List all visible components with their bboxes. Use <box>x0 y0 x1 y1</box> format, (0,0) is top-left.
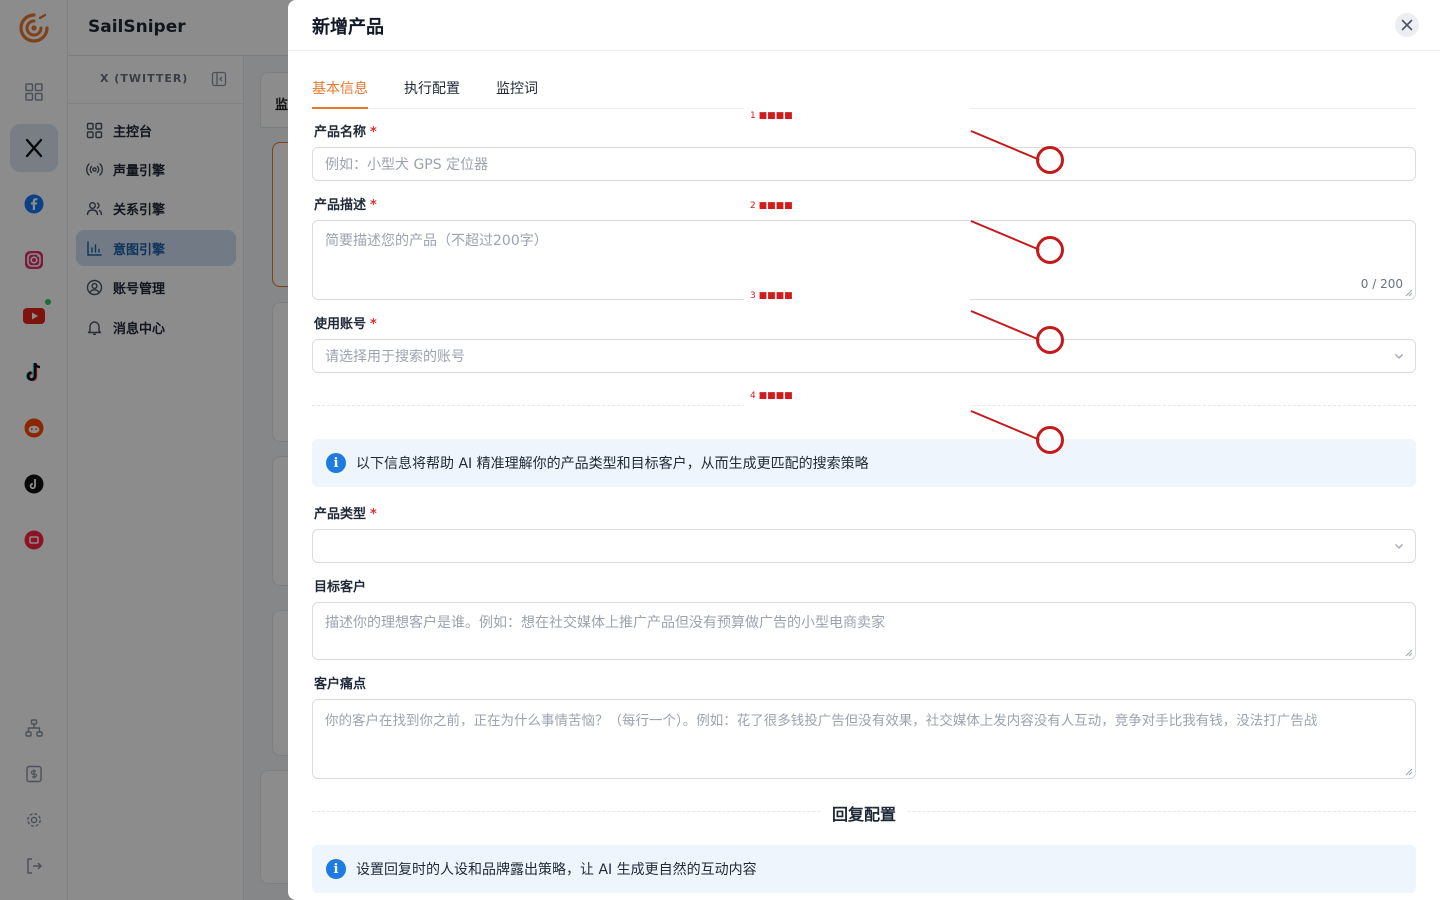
reply-section-heading: 回复配置 <box>288 801 1440 825</box>
target-customer-textarea[interactable]: 描述你的理想客户是谁。例如：想在社交媒体上推广产品但没有预算做广告的小型电商卖家 <box>312 602 1416 660</box>
add-product-drawer: 新增产品 基本信息 执行配置 监控词 产品名称 * 例如：小型犬 GPS 定位器 … <box>288 0 1440 900</box>
drawer-header: 新增产品 <box>288 0 1440 51</box>
account-select[interactable]: 请选择用于搜索的账号 <box>312 339 1416 373</box>
resize-handle-icon[interactable] <box>1405 768 1413 776</box>
target-customer-placeholder: 描述你的理想客户是谁。例如：想在社交媒体上推广产品但没有预算做广告的小型电商卖家 <box>325 615 885 631</box>
label-text: 客户痛点 <box>314 677 367 692</box>
annotation-marker <box>1036 146 1064 174</box>
info-icon: i <box>326 859 346 879</box>
ai-info-text: 以下信息将帮助 AI 精准理解你的产品类型和目标客户，从而生成更匹配的搜索策略 <box>356 456 869 472</box>
chevron-down-icon <box>1395 354 1403 359</box>
annotation-line <box>970 220 1041 251</box>
label-text: 产品名称 <box>314 125 367 140</box>
product-desc-label: 产品描述 * <box>314 194 377 213</box>
char-counter: 0 / 200 <box>1360 277 1403 291</box>
reply-section-title: 回复配置 <box>821 805 906 824</box>
annotation-label: 2 ■■■■ <box>750 201 793 211</box>
resize-handle-icon[interactable] <box>1405 649 1413 657</box>
required-mark: * <box>370 317 377 332</box>
reply-info-banner: i 设置回复时的人设和品牌露出策略，让 AI 生成更自然的互动内容 <box>312 845 1416 893</box>
product-desc-placeholder: 简要描述您的产品（不超过200字） <box>325 233 548 249</box>
pain-points-label: 客户痛点 <box>314 673 366 692</box>
required-mark: * <box>370 507 377 522</box>
annotation-marker <box>1036 426 1064 454</box>
pain-points-placeholder: 你的客户在找到你之前，正在为什么事情苦恼？（每行一个）。例如：花了很多钱投广告但… <box>325 713 1318 729</box>
label-text: 使用账号 <box>314 317 367 332</box>
product-type-label: 产品类型 * <box>314 503 377 522</box>
product-name-placeholder: 例如：小型犬 GPS 定位器 <box>325 157 489 173</box>
label-text: 目标客户 <box>314 580 367 595</box>
product-type-select[interactable] <box>312 529 1416 563</box>
close-button[interactable] <box>1395 13 1419 37</box>
drawer-title: 新增产品 <box>312 17 384 38</box>
annotation-line <box>970 130 1041 161</box>
chevron-down-icon <box>1395 544 1403 549</box>
annotation-marker <box>1036 326 1064 354</box>
product-desc-textarea[interactable]: 简要描述您的产品（不超过200字） 0 / 200 <box>312 220 1416 300</box>
pain-points-textarea[interactable]: 你的客户在找到你之前，正在为什么事情苦恼？（每行一个）。例如：花了很多钱投广告但… <box>312 699 1416 779</box>
info-icon: i <box>326 453 346 473</box>
account-placeholder: 请选择用于搜索的账号 <box>325 349 465 365</box>
tab-basic-info[interactable]: 基本信息 <box>312 78 368 109</box>
reply-info-text: 设置回复时的人设和品牌露出策略，让 AI 生成更自然的互动内容 <box>356 862 757 878</box>
ai-info-banner: i 以下信息将帮助 AI 精准理解你的产品类型和目标客户，从而生成更匹配的搜索策… <box>312 439 1416 487</box>
tab-execution-config[interactable]: 执行配置 <box>404 78 460 109</box>
annotation-label: 3 ■■■■ <box>750 291 793 301</box>
annotation-line <box>970 410 1041 441</box>
annotation-label: 4 ■■■■ <box>750 391 793 401</box>
label-text: 产品类型 <box>314 507 367 522</box>
close-icon <box>1401 19 1413 31</box>
required-mark: * <box>370 125 377 140</box>
annotation-line <box>970 310 1041 341</box>
target-customer-label: 目标客户 <box>314 576 366 595</box>
account-label: 使用账号 * <box>314 313 377 332</box>
tab-monitor-words[interactable]: 监控词 <box>496 78 538 109</box>
form-tabs: 基本信息 执行配置 监控词 <box>312 72 1416 109</box>
product-name-label: 产品名称 * <box>314 121 377 140</box>
annotation-marker <box>1036 236 1064 264</box>
label-text: 产品描述 <box>314 198 367 213</box>
required-mark: * <box>370 198 377 213</box>
resize-handle-icon[interactable] <box>1405 289 1413 297</box>
product-name-input[interactable]: 例如：小型犬 GPS 定位器 <box>312 147 1416 181</box>
annotation-label: 1 ■■■■ <box>750 111 793 121</box>
